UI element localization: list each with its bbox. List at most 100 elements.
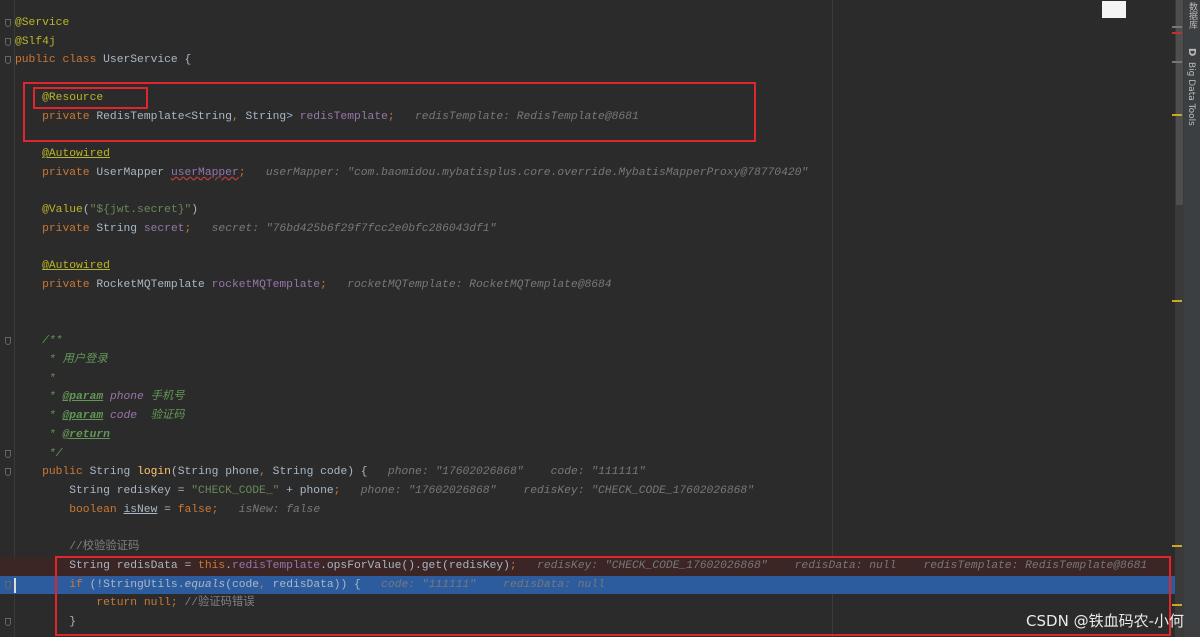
code-token: private xyxy=(42,166,97,179)
fold-icon[interactable] xyxy=(5,449,11,458)
code-line[interactable]: boolean isNew = false; isNew: false xyxy=(0,501,1175,520)
code-line[interactable]: public String login(String phone, String… xyxy=(0,463,1175,482)
marker-warning[interactable] xyxy=(1172,604,1182,606)
code-line[interactable]: private RocketMQTemplate rocketMQTemplat… xyxy=(0,276,1175,295)
fold-icon[interactable] xyxy=(5,37,11,46)
code-line[interactable]: //校验验证码 xyxy=(0,538,1175,557)
code-line[interactable]: public class UserService { xyxy=(0,51,1175,70)
code-text: public class UserService { xyxy=(15,51,191,70)
code-token: login xyxy=(137,466,171,479)
code-line[interactable]: String redisKey = "CHECK_CODE_" + phone;… xyxy=(0,482,1175,501)
fold-icon[interactable] xyxy=(5,618,11,627)
code-token: isNew xyxy=(123,503,158,516)
code-text: /** xyxy=(15,332,62,351)
code-line[interactable]: @Value("${jwt.secret}") xyxy=(0,201,1175,220)
code-line[interactable] xyxy=(0,519,1175,538)
code-token: @Service xyxy=(15,17,70,29)
marker-warning[interactable] xyxy=(1172,26,1182,28)
code-token: * xyxy=(42,410,63,423)
marker-warning[interactable] xyxy=(1172,300,1182,302)
code-token: ; xyxy=(238,166,246,179)
code-token: * 用户登录 xyxy=(42,353,108,366)
code-token: rocketMQTemplate xyxy=(211,279,321,292)
watermark: CSDN @铁血码农-小何 xyxy=(1026,612,1184,630)
code-line[interactable]: * @param code 验证码 xyxy=(0,407,1175,426)
code-line[interactable]: * @param phone 手机号 xyxy=(0,388,1175,407)
code-token: public class xyxy=(15,54,104,67)
code-token: private xyxy=(42,279,97,292)
marker-info[interactable] xyxy=(1172,61,1182,63)
code-line[interactable]: @Slf4j xyxy=(0,33,1175,52)
code-token: , xyxy=(259,466,273,479)
code-text: * xyxy=(15,370,56,389)
code-token: String code) { xyxy=(272,466,368,479)
marker-warning[interactable] xyxy=(1172,114,1182,116)
code-line[interactable]: * 用户登录 xyxy=(0,351,1175,370)
fold-icon[interactable] xyxy=(5,337,11,346)
code-text: @Service xyxy=(15,14,69,33)
code-text: @Slf4j xyxy=(15,33,56,52)
code-token: secret xyxy=(143,222,185,235)
code-token: @return xyxy=(62,428,110,441)
code-text: private RocketMQTemplate rocketMQTemplat… xyxy=(15,276,612,295)
code-line[interactable]: @Autowired xyxy=(0,145,1175,164)
code-token: */ xyxy=(42,447,63,460)
code-line[interactable]: @Service xyxy=(0,14,1175,33)
big-data-tools-tab[interactable]: Big Data Tools xyxy=(1186,62,1196,126)
code-text: * @param code 验证码 xyxy=(15,407,185,426)
code-line[interactable]: private String secret; secret: "76bd425b… xyxy=(0,220,1175,239)
code-token: ( xyxy=(82,204,90,217)
code-text: */ xyxy=(15,445,63,464)
code-line[interactable]: * xyxy=(0,370,1175,389)
right-tool-sidebar: 数据库 D Big Data Tools xyxy=(1184,0,1200,637)
code-line[interactable]: /** xyxy=(0,332,1175,351)
code-line[interactable]: private UserMapper userMapper; userMappe… xyxy=(0,164,1175,183)
code-token: /** xyxy=(42,335,63,348)
code-line[interactable]: */ xyxy=(0,445,1175,464)
code-token: * xyxy=(42,372,56,385)
code-text: * @return xyxy=(15,426,110,445)
code-line[interactable] xyxy=(0,239,1175,258)
code-text: @Autowired xyxy=(15,257,110,276)
fold-icon[interactable] xyxy=(5,56,11,65)
code-token: @Slf4j xyxy=(15,35,56,48)
code-token: public xyxy=(42,466,90,479)
code-line[interactable] xyxy=(0,295,1175,314)
code-token: String xyxy=(96,222,144,235)
code-token: 手机号 xyxy=(143,391,185,404)
code-token: RocketMQTemplate xyxy=(96,279,212,292)
inline-debug-value: rocketMQTemplate: RocketMQTemplate@8684 xyxy=(326,279,612,292)
marker-warning[interactable] xyxy=(1172,545,1182,547)
code-editor[interactable]: @Service @Slf4j public class UserService {… xyxy=(0,0,1175,637)
code-token: @Autowired xyxy=(42,260,110,273)
fold-icon[interactable] xyxy=(5,19,11,27)
marker-error[interactable] xyxy=(1172,32,1182,34)
code-token: UserService { xyxy=(103,54,192,67)
code-line[interactable] xyxy=(0,314,1175,333)
code-line[interactable]: * @return xyxy=(0,426,1175,445)
code-text: boolean isNew = false; isNew: false xyxy=(15,501,320,520)
code-text: * @param phone 手机号 xyxy=(15,388,185,407)
code-line[interactable]: @Autowired xyxy=(0,257,1175,276)
code-line[interactable] xyxy=(0,182,1175,201)
code-text: private String secret; secret: "76bd425b… xyxy=(15,220,496,239)
fold-icon[interactable] xyxy=(5,468,11,477)
code-text: String redisKey = "CHECK_CODE_" + phone;… xyxy=(15,482,754,501)
fold-icon[interactable] xyxy=(5,580,11,589)
code-token: code xyxy=(109,410,138,423)
code-token: phone xyxy=(109,391,144,404)
code-token: false; xyxy=(177,503,219,516)
code-text: public String login(String phone, String… xyxy=(15,463,645,482)
database-tool-tab[interactable]: 数据库 xyxy=(1186,2,1199,29)
scrollbar-thumb[interactable] xyxy=(1176,0,1183,205)
